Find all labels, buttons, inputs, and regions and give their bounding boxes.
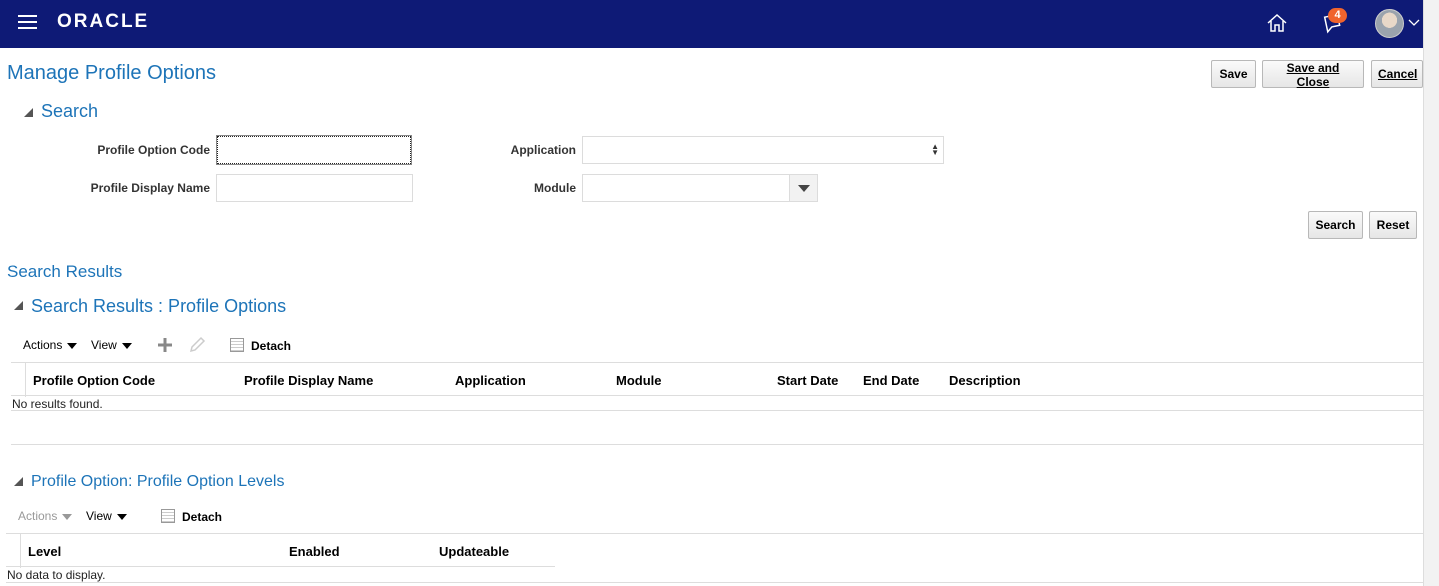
save-button[interactable]: Save (1211, 60, 1256, 88)
divider (6, 566, 555, 567)
column-header[interactable]: Level (28, 544, 61, 559)
column-header[interactable]: Updateable (439, 544, 509, 559)
search-heading[interactable]: Search (41, 101, 98, 122)
no-data-message: No data to display. (7, 568, 106, 582)
column-header[interactable]: Module (616, 373, 662, 388)
profile-options-heading[interactable]: Search Results : Profile Options (31, 296, 286, 317)
actions-label: Actions (18, 509, 58, 523)
column-header[interactable]: Description (949, 373, 1021, 388)
view-menu[interactable]: View (91, 338, 132, 352)
search-button[interactable]: Search (1308, 211, 1363, 239)
view-label: View (91, 338, 117, 352)
profile-option-levels-heading[interactable]: Profile Option: Profile Option Levels (31, 473, 284, 491)
detach-icon[interactable] (230, 338, 244, 352)
column-header[interactable]: Profile Option Code (33, 373, 155, 388)
column-header[interactable]: Start Date (777, 373, 838, 388)
menu-icon[interactable] (18, 15, 37, 31)
collapse-triangle-icon[interactable] (24, 108, 33, 117)
module-dropdown-icon[interactable] (789, 175, 817, 201)
view-label: View (86, 509, 112, 523)
collapse-triangle-icon[interactable] (14, 477, 23, 486)
no-results-message: No results found. (12, 397, 103, 411)
profile-display-name-label: Profile Display Name (90, 181, 210, 195)
column-header[interactable]: End Date (863, 373, 919, 388)
edit-icon (189, 336, 206, 353)
detach-icon[interactable] (161, 509, 175, 523)
detach-button[interactable]: Detach (182, 510, 222, 524)
results-table-header: Profile Option Code Profile Display Name… (11, 362, 1423, 397)
add-icon[interactable] (157, 337, 173, 353)
detach-button[interactable]: Detach (251, 339, 291, 353)
actions-label: Actions (23, 338, 63, 352)
column-divider (25, 363, 26, 397)
user-avatar[interactable] (1375, 9, 1404, 38)
profile-display-name-input[interactable] (216, 174, 413, 202)
divider (11, 444, 1423, 445)
column-header[interactable]: Enabled (289, 544, 340, 559)
dropdown-icon (116, 513, 127, 520)
scrollbar[interactable] (1423, 0, 1439, 586)
reset-button[interactable]: Reset (1369, 211, 1417, 239)
divider (11, 410, 1423, 411)
levels-table-header: Level Enabled Updateable (6, 533, 1423, 568)
save-and-close-button[interactable]: Save and Close (1262, 60, 1364, 89)
application-label: Application (510, 143, 576, 157)
search-results-heading: Search Results (7, 262, 123, 281)
divider (6, 582, 1423, 583)
column-divider (20, 534, 21, 568)
home-icon[interactable] (1266, 12, 1288, 34)
dropdown-icon (62, 513, 73, 520)
page-title: Manage Profile Options (7, 62, 217, 84)
notification-badge: 4 (1328, 8, 1347, 23)
module-label: Module (534, 181, 576, 195)
cancel-button[interactable]: Cancel (1371, 60, 1423, 88)
dropdown-icon (67, 342, 78, 349)
collapse-triangle-icon[interactable] (14, 301, 23, 310)
actions-menu: Actions (18, 509, 73, 523)
profile-option-code-label: Profile Option Code (97, 143, 210, 157)
profile-option-code-input[interactable] (216, 135, 412, 165)
application-select[interactable]: ▲ ▼ (582, 136, 944, 164)
page: ORACLE 4 Manage Profile Options Save Sav… (0, 0, 1439, 586)
column-header[interactable]: Profile Display Name (244, 373, 373, 388)
view-menu[interactable]: View (86, 509, 127, 523)
chevron-down-icon[interactable] (1408, 18, 1420, 28)
dropdown-icon (121, 342, 132, 349)
actions-menu[interactable]: Actions (23, 338, 78, 352)
module-combobox[interactable] (582, 174, 818, 202)
oracle-logo[interactable]: ORACLE (57, 11, 149, 33)
global-header: ORACLE 4 (0, 0, 1439, 48)
column-header[interactable]: Application (455, 373, 526, 388)
select-arrows-icon: ▲ ▼ (931, 142, 939, 157)
